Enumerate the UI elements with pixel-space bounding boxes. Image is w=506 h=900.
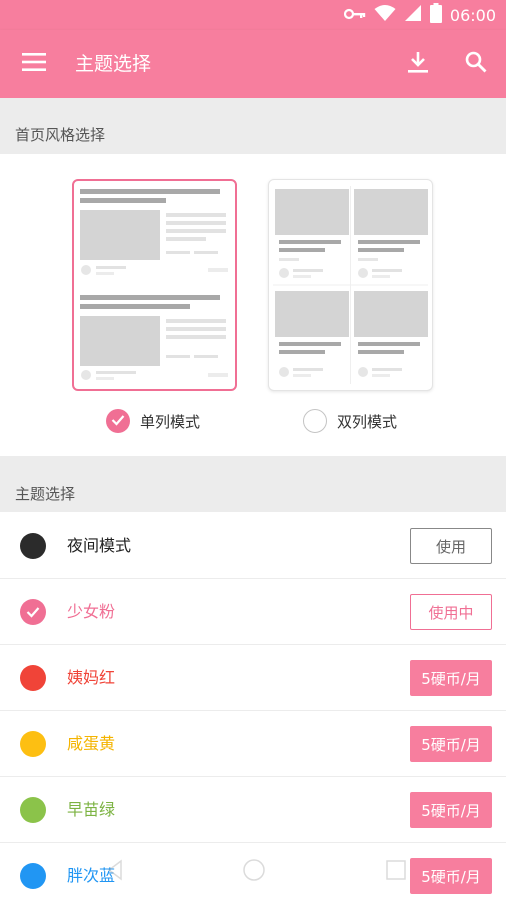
single-column-label: 单列模式 [140,412,201,431]
radio-double-unchecked[interactable] [303,409,327,433]
layout-section-header: 首页风格选择 [0,114,506,154]
theme-color-dot-selected [20,599,46,625]
nav-back-icon[interactable] [105,858,125,882]
radio-single-checked[interactable] [106,409,130,433]
nav-home-icon[interactable] [242,858,266,882]
buy-button[interactable]: 5硬币/月 [410,792,492,828]
download-icon [407,50,429,78]
theme-color-dot [20,863,46,889]
theme-color-dot [20,665,46,691]
battery-icon [429,3,442,27]
single-column-option[interactable]: 单列模式 [106,408,200,434]
wifi-icon [374,4,396,26]
double-column-thumbnail [273,186,428,384]
theme-row-yellow[interactable]: 咸蛋黄 5硬币/月 [0,711,506,777]
status-time: 06:00 [449,5,496,25]
signal-icon [404,4,422,26]
double-column-preview[interactable] [268,179,433,391]
theme-row-green[interactable]: 早苗绿 5硬币/月 [0,777,506,843]
check-icon [26,603,40,622]
buy-button[interactable]: 5硬币/月 [410,660,492,696]
theme-section-header: 主题选择 [0,474,506,512]
single-column-thumbnail [80,189,228,380]
theme-name: 姨妈红 [67,668,116,687]
menu-button[interactable] [14,46,54,82]
theme-row-night[interactable]: 夜间模式 使用 [0,513,506,579]
theme-name: 夜间模式 [67,536,132,555]
status-bar: 06:00 [0,0,506,30]
theme-row-pink[interactable]: 少女粉 使用中 [0,579,506,645]
theme-color-dot [20,797,46,823]
theme-row-red[interactable]: 姨妈红 5硬币/月 [0,645,506,711]
download-button[interactable] [400,46,436,82]
app-bar: 主题选择 [0,30,506,98]
theme-name: 早苗绿 [67,800,116,819]
theme-color-dot [20,533,46,559]
theme-name: 少女粉 [67,602,116,621]
check-icon [111,412,125,430]
use-button[interactable]: 使用 [410,528,492,564]
search-button[interactable] [458,46,494,82]
theme-name: 咸蛋黄 [67,734,116,753]
in-use-button[interactable]: 使用中 [410,594,492,630]
double-column-option[interactable]: 双列模式 [303,408,397,434]
menu-icon [22,53,46,75]
nav-recents-icon[interactable] [385,858,407,882]
section-gap [0,98,506,114]
buy-button[interactable]: 5硬币/月 [410,858,492,894]
single-column-preview[interactable] [72,179,237,391]
double-column-label: 双列模式 [337,412,398,431]
search-icon [465,51,487,77]
page-title: 主题选择 [75,53,152,75]
vpn-key-icon [343,6,366,25]
theme-color-dot [20,731,46,757]
buy-button[interactable]: 5硬币/月 [410,726,492,762]
section-gap [0,456,506,474]
